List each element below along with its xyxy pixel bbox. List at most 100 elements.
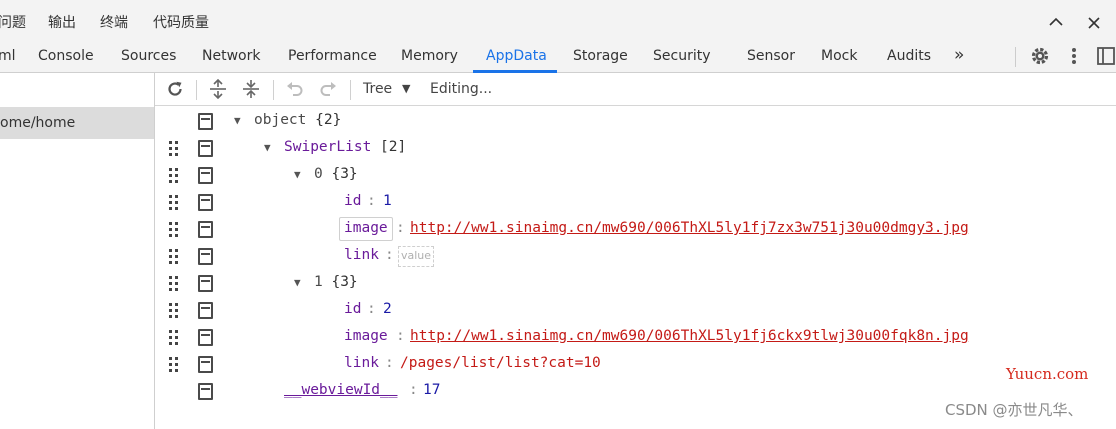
undo-icon[interactable] (284, 78, 306, 100)
tree-row-link: link : /pages/list/list?cat=10 (155, 351, 1116, 378)
tab-console[interactable]: Console (38, 48, 94, 64)
tree-value-url[interactable]: http://ww1.sinaimg.cn/mw690/006ThXL5ly1f… (410, 328, 969, 344)
tree-value[interactable]: 2 (383, 301, 392, 317)
tree-row-id: id : 1 (155, 189, 1116, 216)
expand-triangle-icon[interactable]: ▼ (294, 276, 301, 289)
tree-key[interactable]: id (344, 193, 361, 209)
tab-divider (1015, 47, 1016, 67)
tab-network[interactable]: Network (202, 48, 260, 64)
row-menu-icon[interactable] (198, 140, 213, 157)
drag-handle-icon[interactable] (169, 168, 179, 184)
row-menu-icon[interactable] (198, 302, 213, 319)
separator: : (367, 301, 376, 317)
drag-handle-icon[interactable] (169, 195, 179, 211)
sidebar-item-home[interactable]: ome/home (0, 107, 154, 139)
dock-side-icon[interactable] (1097, 47, 1115, 69)
expand-triangle-icon[interactable]: ▼ (234, 114, 241, 127)
tree-value[interactable]: /pages/list/list?cat=10 (400, 355, 601, 371)
separator: : (396, 328, 405, 344)
row-menu-icon[interactable] (198, 356, 213, 373)
tab-elements[interactable]: ml (0, 48, 16, 64)
tab-sensor[interactable]: Sensor (747, 48, 795, 64)
collapse-panel-icon[interactable] (1049, 13, 1063, 31)
expand-triangle-icon[interactable]: ▼ (294, 168, 301, 181)
tab-appdata[interactable]: AppData (486, 48, 547, 64)
menu-output[interactable]: 输出 (48, 12, 76, 32)
row-menu-icon[interactable] (198, 248, 213, 265)
tree-value-url[interactable]: http://ww1.sinaimg.cn/mw690/006ThXL5ly1f… (410, 220, 969, 236)
tree-key[interactable]: link (344, 355, 379, 371)
separator: : (385, 247, 394, 263)
separator: : (396, 220, 405, 236)
tab-sources[interactable]: Sources (121, 48, 176, 64)
drag-handle-icon[interactable] (169, 330, 179, 346)
tree-row-image: image : http://ww1.sinaimg.cn/mw690/006T… (155, 324, 1116, 351)
expand-all-icon[interactable] (207, 78, 229, 100)
drag-handle-icon[interactable] (169, 249, 179, 265)
row-menu-icon[interactable] (198, 383, 213, 400)
tab-memory[interactable]: Memory (401, 48, 458, 64)
tree-key[interactable]: image (344, 328, 388, 344)
empty-value-field[interactable]: value (398, 246, 435, 267)
separator: : (385, 355, 394, 371)
separator: : (409, 382, 418, 398)
tree-key-editing[interactable]: image (339, 217, 393, 241)
tree-row-item-1: ▼ 1 {3} (155, 270, 1116, 297)
expand-triangle-icon[interactable]: ▼ (264, 141, 271, 154)
editing-status: Editing... (430, 81, 493, 97)
menu-bar: 问题 输出 终端 代码质量 (0, 0, 1116, 40)
tree-key[interactable]: id (344, 301, 361, 317)
tree-row-id: id : 2 (155, 297, 1116, 324)
row-menu-icon[interactable] (198, 275, 213, 292)
more-options-icon[interactable] (1070, 46, 1078, 70)
sidebar-item-label: ome/home (0, 115, 76, 131)
tab-storage[interactable]: Storage (573, 48, 628, 64)
toolbar-divider (273, 80, 274, 100)
tree-row-link: link : value (155, 243, 1116, 270)
tree-index[interactable]: 0 {3} (314, 166, 358, 182)
settings-gear-icon[interactable] (1030, 46, 1050, 70)
toolbar-divider (350, 80, 351, 100)
chevron-down-icon[interactable]: ▼ (402, 82, 410, 95)
drag-handle-icon[interactable] (169, 357, 179, 373)
tree-row-swiperlist: ▼ SwiperList [2] (155, 135, 1116, 162)
row-menu-icon[interactable] (198, 329, 213, 346)
drag-handle-icon[interactable] (169, 303, 179, 319)
page-list-sidebar: ome/home (0, 73, 155, 429)
appdata-toolbar: Tree ▼ Editing... (155, 73, 1116, 106)
view-mode-select[interactable]: Tree (363, 81, 392, 97)
drag-handle-icon[interactable] (169, 141, 179, 157)
tab-security[interactable]: Security (653, 48, 711, 64)
refresh-icon[interactable] (164, 78, 186, 100)
site-watermark: Yuucn.com (1006, 365, 1089, 383)
menu-problems[interactable]: 问题 (0, 12, 26, 32)
row-menu-icon[interactable] (198, 221, 213, 238)
row-menu-icon[interactable] (198, 194, 213, 211)
toolbar-divider (196, 80, 197, 100)
tree-row-image: image : http://ww1.sinaimg.cn/mw690/006T… (155, 216, 1116, 243)
collapse-all-icon[interactable] (240, 78, 262, 100)
menu-code-quality[interactable]: 代码质量 (153, 12, 209, 32)
tab-performance[interactable]: Performance (288, 48, 377, 64)
devtools-tab-bar: ml Console Sources Network Performance M… (0, 40, 1116, 73)
tab-mock[interactable]: Mock (821, 48, 857, 64)
tree-row-item-0: ▼ 0 {3} (155, 162, 1116, 189)
tree-key[interactable]: object {2} (254, 112, 341, 128)
drag-handle-icon[interactable] (169, 276, 179, 292)
tree-index[interactable]: 1 {3} (314, 274, 358, 290)
row-menu-icon[interactable] (198, 113, 213, 130)
tree-value[interactable]: 1 (383, 193, 392, 209)
tree-key[interactable]: SwiperList [2] (284, 139, 406, 155)
more-tabs-icon[interactable]: » (954, 45, 964, 65)
tree-value[interactable]: 17 (423, 382, 440, 398)
drag-handle-icon[interactable] (169, 222, 179, 238)
tree-key[interactable]: link (344, 247, 379, 263)
menu-terminal[interactable]: 终端 (100, 12, 128, 32)
row-menu-icon[interactable] (198, 167, 213, 184)
redo-icon[interactable] (317, 78, 339, 100)
tree-key[interactable]: __webviewId__ (284, 382, 398, 398)
tree-row-root: ▼ object {2} (155, 108, 1116, 135)
close-panel-icon[interactable] (1088, 15, 1100, 33)
tab-audits[interactable]: Audits (887, 48, 931, 64)
author-watermark: CSDN @亦世凡华、 (945, 401, 1083, 419)
